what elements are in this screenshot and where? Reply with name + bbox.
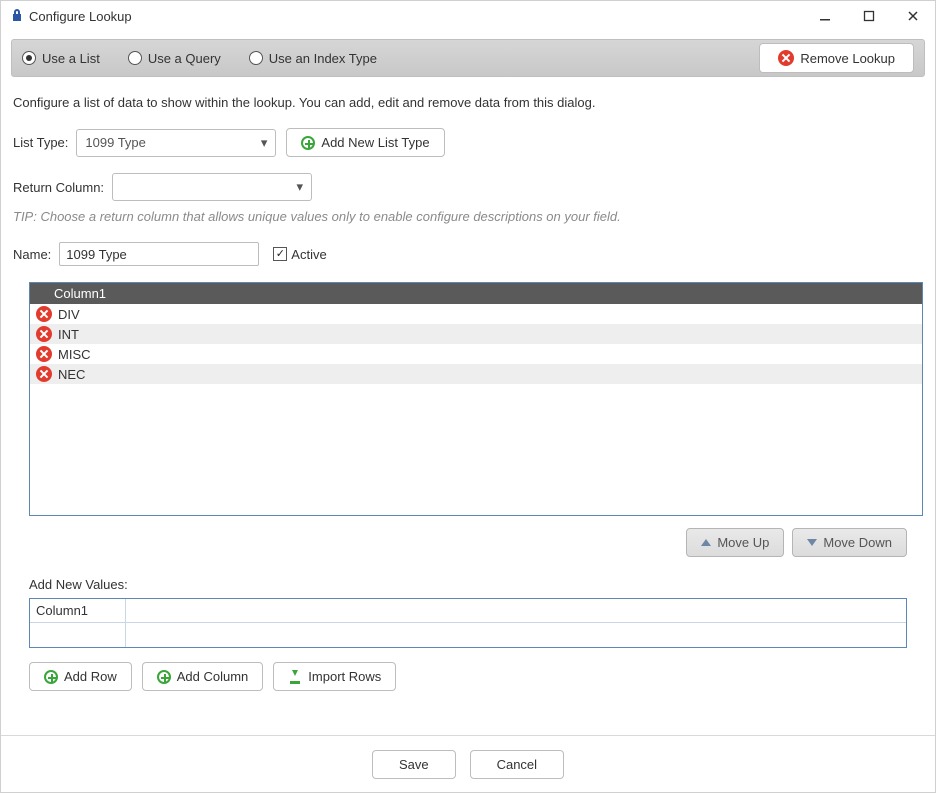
add-new-values-grid: Column1 (29, 598, 907, 648)
dialog-footer: Save Cancel (1, 736, 935, 792)
arrow-down-icon (807, 539, 817, 546)
delete-row-icon[interactable] (36, 366, 52, 382)
return-column-label: Return Column: (13, 180, 104, 195)
add-grid-header-rest (126, 599, 906, 623)
add-grid-rest (126, 623, 906, 647)
name-label: Name: (13, 247, 51, 262)
add-grid-column-header[interactable]: Column1 (30, 599, 126, 623)
import-icon (288, 670, 302, 684)
lock-icon (11, 8, 23, 25)
cancel-button[interactable]: Cancel (470, 750, 564, 779)
active-checkbox[interactable] (273, 247, 287, 261)
add-row-button[interactable]: Add Row (29, 662, 132, 691)
delete-row-icon[interactable] (36, 346, 52, 362)
import-rows-button[interactable]: Import Rows (273, 662, 396, 691)
active-label: Active (291, 247, 326, 262)
name-input[interactable] (59, 242, 259, 266)
table-row[interactable]: MISC (30, 344, 922, 364)
radio-use-a-list[interactable]: Use a List (22, 51, 100, 66)
add-new-list-type-button[interactable]: Add New List Type (286, 128, 444, 157)
radio-dot-icon (22, 51, 36, 65)
remove-icon (778, 50, 794, 66)
move-down-button[interactable]: Move Down (792, 528, 907, 557)
table-row[interactable]: DIV (30, 304, 922, 324)
cancel-label: Cancel (497, 757, 537, 772)
table-row[interactable]: INT (30, 324, 922, 344)
grid-body: DIV INT MISC NEC (30, 304, 922, 384)
window-close-button[interactable] (891, 1, 935, 31)
lookup-type-toolbar: Use a List Use a Query Use an Index Type… (11, 39, 925, 77)
cell-value: NEC (58, 367, 85, 382)
content-area: Configure a list of data to show within … (1, 85, 935, 711)
plus-icon (157, 670, 171, 684)
intro-text: Configure a list of data to show within … (13, 95, 923, 110)
values-grid: Column1 DIV INT MISC NEC (29, 282, 923, 516)
window-title: Configure Lookup (29, 9, 132, 24)
remove-lookup-label: Remove Lookup (800, 51, 895, 66)
list-type-label: List Type: (13, 135, 68, 150)
plus-icon (44, 670, 58, 684)
add-column-label: Add Column (177, 669, 249, 684)
add-grid-input-cell[interactable] (30, 623, 126, 647)
radio-label: Use a List (42, 51, 100, 66)
radio-use-an-index-type[interactable]: Use an Index Type (249, 51, 377, 66)
table-row[interactable]: NEC (30, 364, 922, 384)
delete-row-icon[interactable] (36, 306, 52, 322)
move-up-button[interactable]: Move Up (686, 528, 784, 557)
radio-dot-icon (249, 51, 263, 65)
radio-label: Use a Query (148, 51, 221, 66)
move-up-label: Move Up (717, 535, 769, 550)
return-column-select[interactable]: ▾ (112, 173, 312, 201)
radio-use-a-query[interactable]: Use a Query (128, 51, 221, 66)
save-label: Save (399, 757, 429, 772)
window-maximize-button[interactable] (847, 1, 891, 31)
cell-value: MISC (58, 347, 91, 362)
cell-value: INT (58, 327, 79, 342)
title-bar: Configure Lookup (1, 1, 935, 31)
save-button[interactable]: Save (372, 750, 456, 779)
add-new-values-label: Add New Values: (29, 577, 923, 592)
add-new-list-type-label: Add New List Type (321, 135, 429, 150)
move-down-label: Move Down (823, 535, 892, 550)
return-column-tip: TIP: Choose a return column that allows … (13, 209, 923, 224)
cell-value: DIV (58, 307, 80, 322)
add-row-label: Add Row (64, 669, 117, 684)
radio-label: Use an Index Type (269, 51, 377, 66)
list-type-value: 1099 Type (85, 135, 145, 150)
import-rows-label: Import Rows (308, 669, 381, 684)
add-column-button[interactable]: Add Column (142, 662, 264, 691)
delete-row-icon[interactable] (36, 326, 52, 342)
window-minimize-button[interactable] (803, 1, 847, 31)
chevron-down-icon: ▾ (261, 135, 268, 151)
grid-column-header[interactable]: Column1 (30, 283, 922, 304)
list-type-select[interactable]: 1099 Type ▾ (76, 129, 276, 157)
remove-lookup-button[interactable]: Remove Lookup (759, 43, 914, 73)
plus-icon (301, 136, 315, 150)
arrow-up-icon (701, 539, 711, 546)
chevron-down-icon: ▾ (297, 179, 304, 195)
radio-dot-icon (128, 51, 142, 65)
